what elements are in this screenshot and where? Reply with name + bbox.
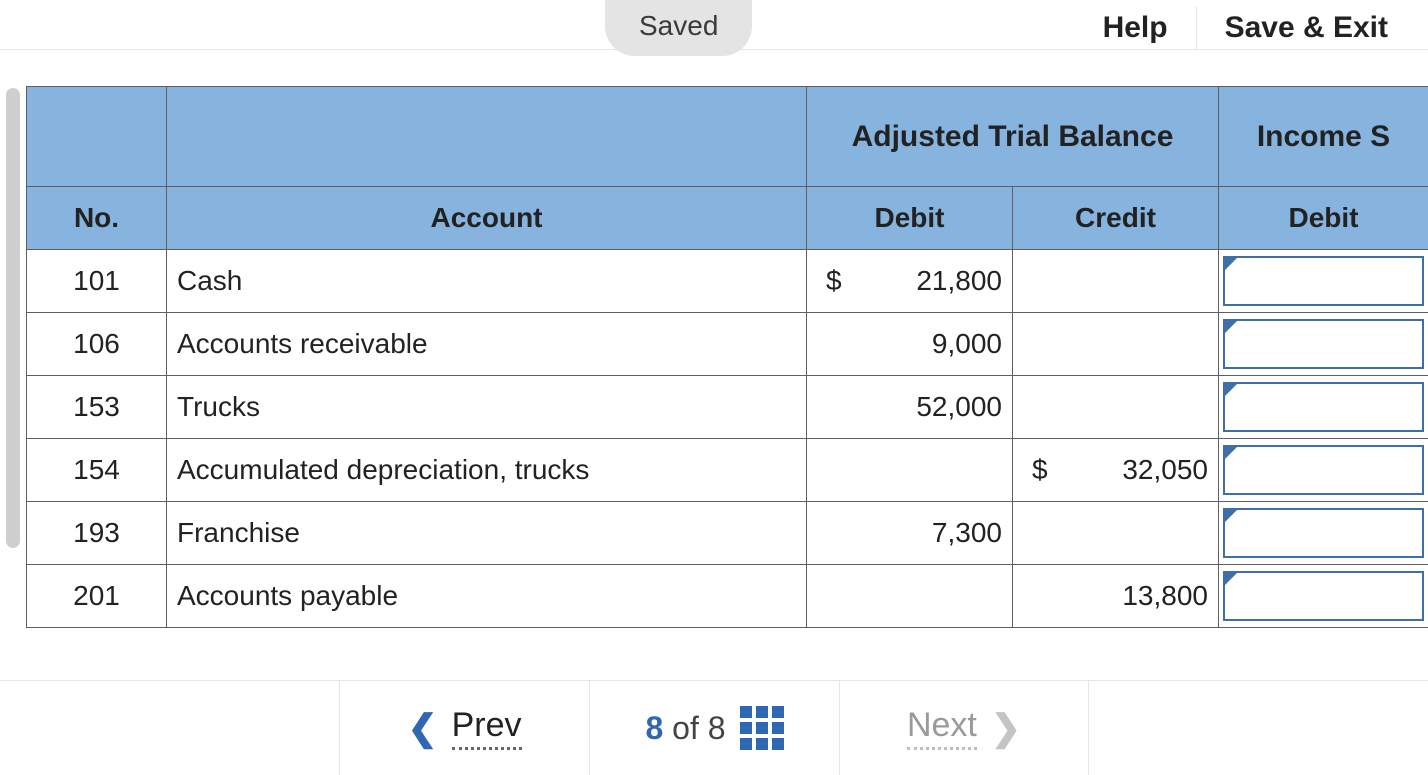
cell-no: 101 (27, 250, 167, 313)
chevron-right-icon: ❯ (991, 707, 1021, 749)
worksheet-table: Adjusted Trial Balance Income S No. Acco… (26, 86, 1428, 628)
header-adjusted-trial-balance: Adjusted Trial Balance (807, 87, 1219, 187)
table-row: 106 Accounts receivable 9,000 (27, 313, 1428, 376)
next-button[interactable]: Next ❯ (839, 681, 1089, 775)
cell-no: 201 (27, 565, 167, 628)
cell-no: 193 (27, 502, 167, 565)
col-header-account: Account (167, 187, 807, 250)
table-row: 193 Franchise 7,300 (27, 502, 1428, 565)
table-row: 153 Trucks 52,000 (27, 376, 1428, 439)
cell-account: Franchise (167, 502, 807, 565)
main-area: Adjusted Trial Balance Income S No. Acco… (0, 50, 1428, 670)
input-box[interactable] (1223, 319, 1424, 369)
cell-credit (1013, 313, 1219, 376)
cell-no: 106 (27, 313, 167, 376)
input-box[interactable] (1223, 256, 1424, 306)
cell-is-debit-input[interactable] (1219, 439, 1428, 502)
cell-credit: $32,050 (1013, 439, 1219, 502)
cell-account: Accumulated depreciation, trucks (167, 439, 807, 502)
cell-no: 154 (27, 439, 167, 502)
cell-account: Accounts payable (167, 565, 807, 628)
header-blank-2 (167, 87, 807, 187)
help-button[interactable]: Help (1075, 6, 1196, 50)
prev-label: Prev (452, 706, 522, 750)
cell-debit: 9,000 (807, 313, 1013, 376)
cell-account: Trucks (167, 376, 807, 439)
cell-debit (807, 439, 1013, 502)
page-indicator[interactable]: 8 of 8 (589, 681, 839, 775)
cell-credit (1013, 376, 1219, 439)
cell-debit: 52,000 (807, 376, 1013, 439)
cell-is-debit-input[interactable] (1219, 565, 1428, 628)
input-box[interactable] (1223, 382, 1424, 432)
vertical-scrollbar[interactable] (6, 88, 20, 548)
cell-debit: $21,800 (807, 250, 1013, 313)
cell-debit (807, 565, 1013, 628)
col-header-credit: Credit (1013, 187, 1219, 250)
chevron-left-icon: ❮ (407, 707, 437, 749)
col-header-is-debit: Debit (1219, 187, 1428, 250)
save-and-exit-button[interactable]: Save & Exit (1196, 6, 1416, 50)
input-box[interactable] (1223, 445, 1424, 495)
col-header-no: No. (27, 187, 167, 250)
header-income-statement: Income S (1219, 87, 1428, 187)
cell-credit: 13,800 (1013, 565, 1219, 628)
prev-button[interactable]: ❮ Prev (339, 681, 589, 775)
next-label: Next (907, 706, 977, 750)
bottom-nav: ❮ Prev 8 of 8 Next ❯ (0, 680, 1428, 774)
grid-icon[interactable] (740, 706, 784, 750)
cell-is-debit-input[interactable] (1219, 313, 1428, 376)
top-toolbar-right: Help Save & Exit (1075, 6, 1416, 50)
top-toolbar: Saved Help Save & Exit (0, 0, 1428, 50)
table-row: 101 Cash $21,800 (27, 250, 1428, 313)
cell-is-debit-input[interactable] (1219, 250, 1428, 313)
header-blank-1 (27, 87, 167, 187)
cell-account: Cash (167, 250, 807, 313)
table-row: 154 Accumulated depreciation, trucks $32… (27, 439, 1428, 502)
cell-is-debit-input[interactable] (1219, 502, 1428, 565)
cell-debit: 7,300 (807, 502, 1013, 565)
input-box[interactable] (1223, 508, 1424, 558)
nav-group: ❮ Prev 8 of 8 Next ❯ (339, 681, 1089, 775)
saved-status-pill: Saved (605, 0, 752, 56)
col-header-debit: Debit (807, 187, 1013, 250)
cell-credit (1013, 502, 1219, 565)
input-box[interactable] (1223, 571, 1424, 621)
cell-account: Accounts receivable (167, 313, 807, 376)
cell-no: 153 (27, 376, 167, 439)
table-row: 201 Accounts payable 13,800 (27, 565, 1428, 628)
cell-credit (1013, 250, 1219, 313)
cell-is-debit-input[interactable] (1219, 376, 1428, 439)
page-indicator-text: 8 of 8 (645, 710, 725, 747)
